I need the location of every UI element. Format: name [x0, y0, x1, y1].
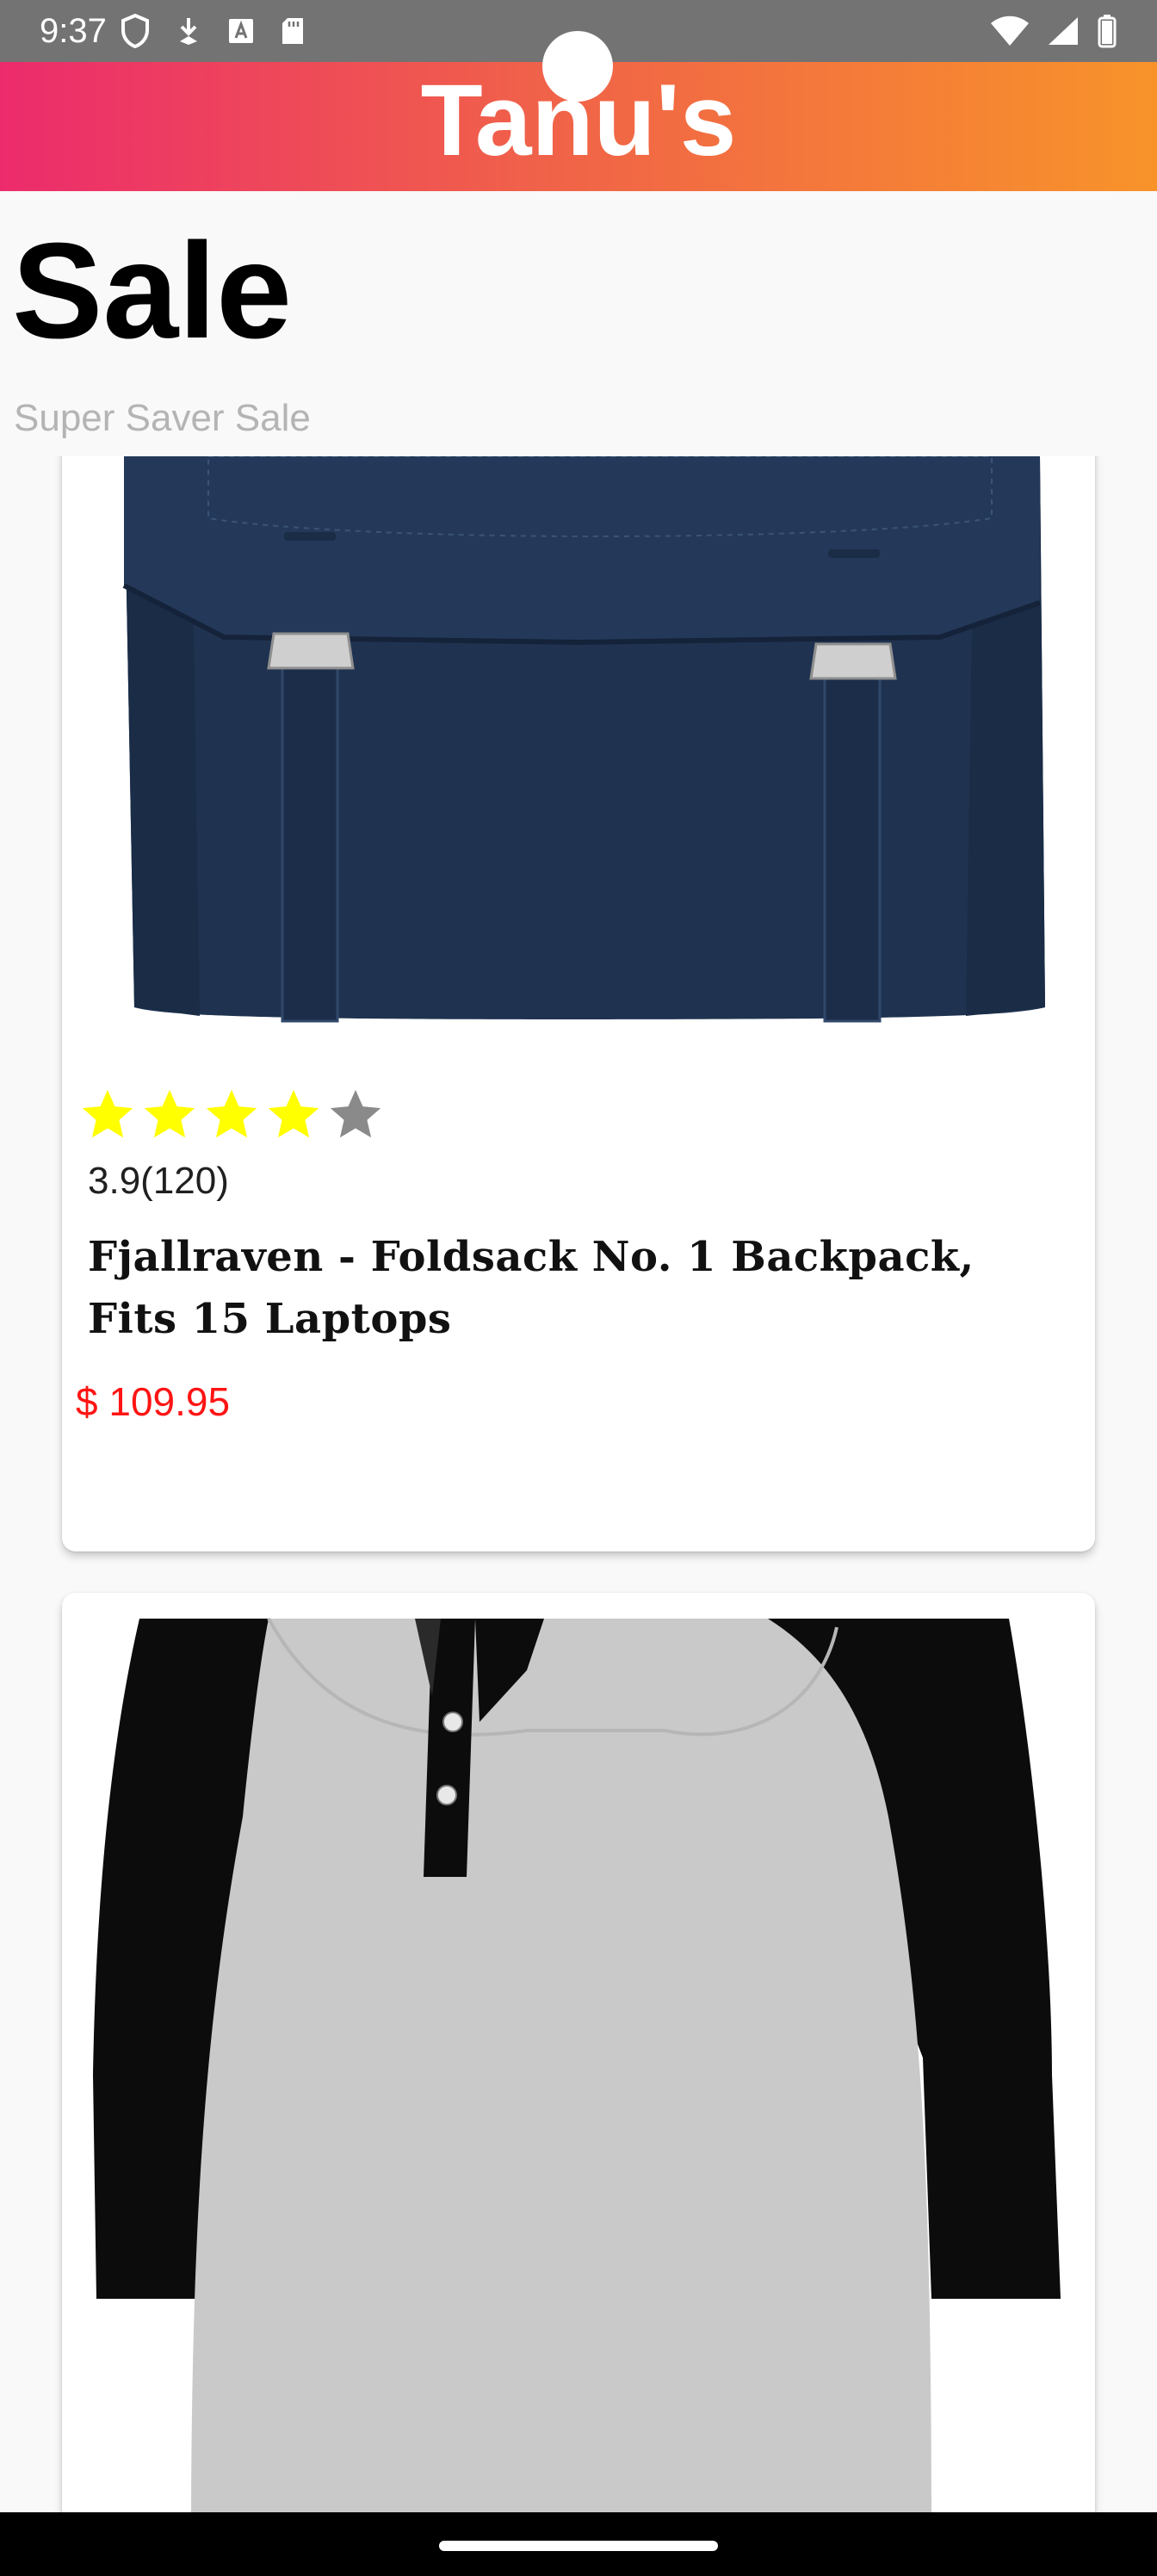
product-card[interactable]	[62, 1593, 1095, 2512]
shield-icon	[121, 14, 149, 48]
wifi-icon	[991, 15, 1029, 46]
backpack-image[interactable]	[62, 456, 1095, 1042]
status-time: 9:37	[40, 12, 107, 50]
rating-stars	[77, 1085, 386, 1145]
battery-icon	[1098, 15, 1117, 48]
product-list[interactable]: 3.9(120) Fjallraven - Foldsack No. 1 Bac…	[0, 456, 1157, 2512]
download-icon	[180, 18, 197, 45]
app-screen: 9:37 Tanu's Sale Super Saver Sale 3.9(12…	[0, 0, 1157, 2576]
rating-value: 3.9(120)	[88, 1160, 229, 1202]
page-title: Sale	[12, 215, 293, 367]
page-subtitle: Super Saver Sale	[14, 397, 311, 439]
sd-card-icon	[282, 18, 303, 44]
status-icons-left	[121, 14, 305, 48]
star-filled-icon	[82, 1089, 133, 1138]
camera-cutout	[542, 31, 613, 102]
product-card[interactable]: 3.9(120) Fjallraven - Foldsack No. 1 Bac…	[62, 456, 1095, 1551]
font-icon	[229, 19, 253, 43]
product-name[interactable]: Fjallraven - Foldsack No. 1 Backpack, Fi…	[88, 1226, 1078, 1350]
star-filled-icon	[144, 1089, 195, 1138]
home-gesture-handle[interactable]	[439, 2541, 718, 2551]
star-empty-icon	[330, 1089, 381, 1138]
star-filled-icon	[268, 1089, 319, 1138]
navigation-bar	[0, 2512, 1157, 2576]
status-icons-right	[990, 14, 1117, 48]
product-price: $ 109.95	[76, 1379, 231, 1424]
signal-icon	[1049, 17, 1078, 45]
raglan-shirt-image[interactable]	[62, 1593, 1095, 2512]
star-filled-icon	[206, 1089, 257, 1138]
